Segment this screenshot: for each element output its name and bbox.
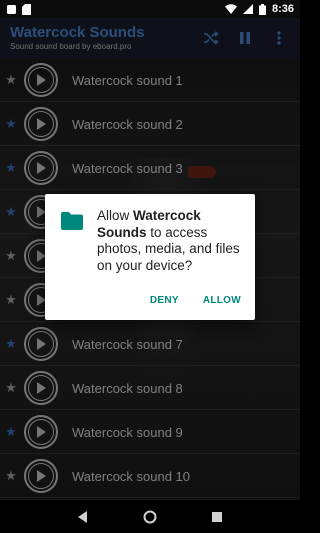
notification-sim-icon — [7, 4, 16, 14]
recents-icon — [211, 511, 222, 522]
navigation-bar — [0, 500, 300, 533]
deny-button[interactable]: DENY — [150, 295, 179, 306]
permission-dialog: Allow Watercock Sounds to access photos,… — [45, 194, 255, 320]
back-button[interactable] — [74, 508, 92, 526]
wifi-icon — [224, 4, 237, 14]
allow-button[interactable]: ALLOW — [203, 295, 241, 306]
battery-icon — [258, 3, 266, 15]
folder-icon — [61, 212, 83, 230]
status-time: 8:36 — [271, 3, 294, 15]
home-icon — [143, 510, 157, 523]
sd-card-icon — [22, 3, 31, 15]
permission-message: Allow Watercock Sounds to access photos,… — [97, 208, 241, 274]
status-bar: 8:36 — [0, 0, 300, 18]
back-icon — [78, 510, 88, 523]
permission-prefix: Allow — [97, 208, 134, 223]
recents-button[interactable] — [208, 508, 226, 526]
signal-icon — [242, 4, 253, 14]
home-button[interactable] — [141, 508, 159, 526]
